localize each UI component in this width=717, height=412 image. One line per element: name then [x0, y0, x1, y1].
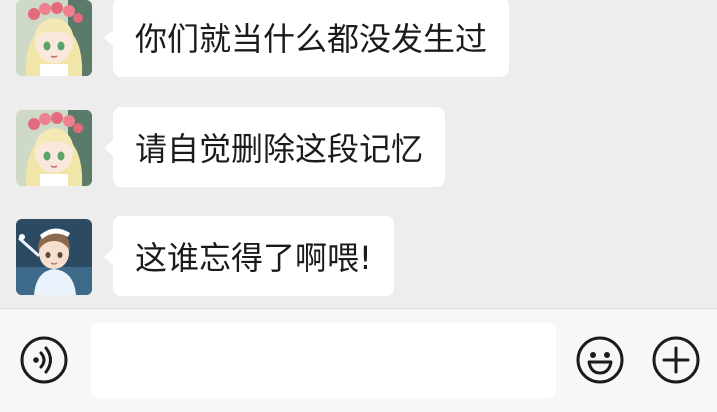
- princess-avatar[interactable]: [16, 110, 92, 186]
- princess-avatar[interactable]: [16, 0, 92, 76]
- message-row: 这谁忘得了啊喂!: [16, 216, 394, 296]
- message-bubble[interactable]: 这谁忘得了啊喂!: [104, 216, 394, 296]
- message-bubble[interactable]: 你们就当什么都没发生过: [103, 0, 510, 77]
- boy-avatar-image: [16, 219, 92, 295]
- princess-avatar-image: [16, 0, 92, 76]
- emoji-icon: [576, 336, 624, 384]
- message-row: 请自觉删除这段记忆: [16, 107, 446, 187]
- message-row: 你们就当什么都没发生过: [16, 0, 510, 77]
- boy-avatar[interactable]: [16, 219, 92, 295]
- emoji-button[interactable]: [575, 335, 625, 385]
- message-bubble[interactable]: 请自觉删除这段记忆: [103, 107, 446, 187]
- voice-button[interactable]: [19, 335, 69, 385]
- message-input[interactable]: [91, 323, 556, 398]
- princess-avatar-image: [16, 110, 92, 186]
- chat-area: 你们就当什么都没发生过 请自觉删除这段记忆 这谁忘得了啊喂!: [0, 0, 717, 308]
- plus-icon: [652, 336, 700, 384]
- input-bar: [0, 308, 717, 412]
- add-button[interactable]: [651, 335, 701, 385]
- voice-icon: [20, 336, 68, 384]
